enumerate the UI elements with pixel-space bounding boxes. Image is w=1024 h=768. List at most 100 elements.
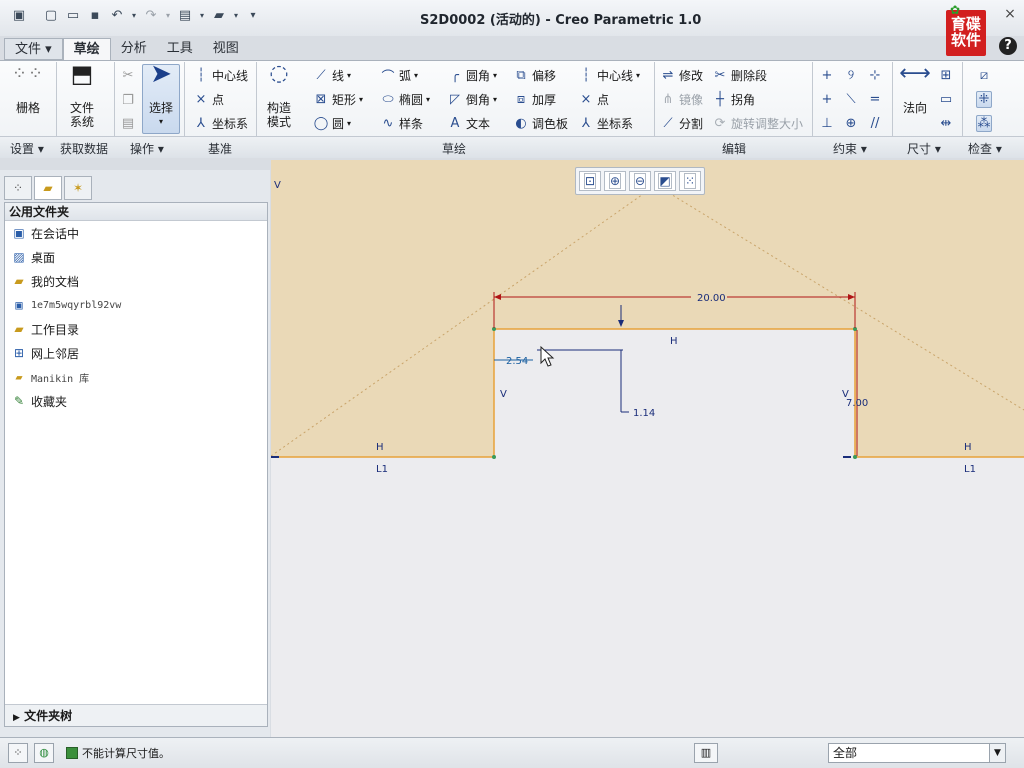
zoom-out-button[interactable]: ⊖ xyxy=(629,171,651,191)
constraint-vertical-corner[interactable]: V xyxy=(274,180,281,191)
tab-analysis[interactable]: 分析 xyxy=(111,38,157,60)
group-dimension[interactable]: 尺寸 ▾ xyxy=(907,140,941,157)
refit-button[interactable]: ⊡ xyxy=(579,171,601,191)
paste-button[interactable]: ▤ xyxy=(120,112,136,134)
circle-button[interactable]: ◯ 圆 ▾ xyxy=(313,112,351,134)
folder-icon[interactable]: ▰ xyxy=(210,7,228,25)
new-icon[interactable]: ▢ xyxy=(42,7,60,25)
ellipse-dropdown-icon[interactable]: ▾ xyxy=(426,95,430,104)
fillet-button[interactable]: ╭ 圆角 ▾ xyxy=(447,64,497,86)
favorites-tab[interactable]: ✶ xyxy=(64,176,92,200)
construction-mode-button[interactable]: ◌ 构造模式 xyxy=(262,63,296,130)
constraint-horizontal-top[interactable]: H xyxy=(670,336,678,347)
rectangle-dropdown-icon[interactable]: ▾ xyxy=(359,95,363,104)
fillet-dropdown-icon[interactable]: ▾ xyxy=(493,71,497,80)
text-button[interactable]: A 文本 xyxy=(447,112,490,134)
corner-button[interactable]: ┼ 拐角 xyxy=(712,88,755,110)
coincident-constraint-button[interactable]: ⟍ xyxy=(843,88,859,110)
smart-select-button[interactable]: ▥ xyxy=(694,743,718,763)
sketch-view-button[interactable]: ◩ xyxy=(654,171,676,191)
tab-sketch[interactable]: 草绘 xyxy=(62,38,111,60)
undo-icon[interactable]: ↶ xyxy=(108,7,126,25)
constraint-collinear-left[interactable]: L1 xyxy=(376,464,388,475)
folder-item-computer[interactable]: ▣ 1e7m5wqyrbl92vw xyxy=(5,293,267,317)
offset-button[interactable]: ⧉ 偏移 xyxy=(513,64,556,86)
horizontal-constraint-button[interactable]: + xyxy=(819,88,835,110)
arc-button[interactable]: ⌒ 弧 ▾ xyxy=(380,64,418,86)
tab-view[interactable]: 视图 xyxy=(203,38,249,60)
redo-dropdown-icon[interactable]: ▾ xyxy=(164,7,172,25)
windows-dropdown-icon[interactable]: ▾ xyxy=(232,7,240,25)
thicken-button[interactable]: ⧈ 加厚 xyxy=(513,88,556,110)
common-folders-header[interactable]: 公用文件夹 xyxy=(5,203,267,221)
help-icon[interactable]: ? xyxy=(999,37,1017,55)
tab-file[interactable]: 文件 ▾ xyxy=(4,38,63,60)
tab-tools[interactable]: 工具 xyxy=(157,38,203,60)
group-constrain[interactable]: 约束 ▾ xyxy=(833,140,867,157)
rotate-resize-button[interactable]: ⟳ 旋转调整大小 xyxy=(712,112,803,134)
midpoint-constraint-button[interactable]: ⊹ xyxy=(867,64,883,86)
chevron-down-icon[interactable]: ▼ xyxy=(989,744,1005,762)
vertex[interactable] xyxy=(853,455,857,459)
rectangle-button[interactable]: ⊠ 矩形 ▾ xyxy=(313,88,363,110)
folder-item-favorites[interactable]: ✎ 收藏夹 xyxy=(5,389,267,413)
vertex[interactable] xyxy=(492,455,496,459)
ellipse-button[interactable]: ⬭ 椭圆 ▾ xyxy=(380,88,430,110)
sketch-canvas[interactable]: 20.00 7.00 2.54 1.14 H V V H H L1 L1 V xyxy=(271,160,1024,737)
constraint-collinear-right[interactable]: L1 xyxy=(964,464,976,475)
sketch-centerline-button[interactable]: ┆ 中心线 ▾ xyxy=(578,64,640,86)
save-icon[interactable]: ▪ xyxy=(86,7,104,25)
file-system-button[interactable]: ⬒ 文件系统 xyxy=(62,62,102,129)
grid-button[interactable]: ⁘⁘ 栅格 xyxy=(10,65,46,116)
redo-icon[interactable]: ↷ xyxy=(142,7,160,25)
line-button[interactable]: ⟋ 线 ▾ xyxy=(313,64,351,86)
symmetric-constraint-button[interactable]: ⊕ xyxy=(843,112,859,134)
sketcher-display-button[interactable]: ⁙ xyxy=(679,171,701,191)
folder-item-session[interactable]: ▣ 在会话中 xyxy=(5,221,267,245)
folder-item-network[interactable]: ⊞ 网上邻居 xyxy=(5,341,267,365)
circle-dropdown-icon[interactable]: ▾ xyxy=(347,119,351,128)
equal-constraint-button[interactable]: = xyxy=(867,88,883,110)
parallel-constraint-button[interactable]: // xyxy=(867,112,883,134)
group-get-data[interactable]: 获取数据 xyxy=(60,140,108,157)
group-operations[interactable]: 操作 ▾ xyxy=(130,140,164,157)
copy-button[interactable]: ❐ xyxy=(120,89,136,111)
chamfer-button[interactable]: ◸ 倒角 ▾ xyxy=(447,88,497,110)
constraint-horizontal-right[interactable]: H xyxy=(964,442,972,453)
sketch-centerline-dropdown-icon[interactable]: ▾ xyxy=(636,71,640,80)
vertical-constraint-button[interactable]: + xyxy=(819,64,835,86)
open-ends-button[interactable]: ⁂ xyxy=(976,112,992,134)
dim-y-label[interactable]: 1.14 xyxy=(633,408,655,419)
dim-width-label[interactable]: 20.00 xyxy=(697,293,726,304)
show-navigator-button[interactable]: ⁘ xyxy=(8,743,28,763)
group-setup[interactable]: 设置 ▾ xyxy=(10,140,44,157)
spline-button[interactable]: ∿ 样条 xyxy=(380,112,423,134)
regenerate-dropdown-icon[interactable]: ▾ xyxy=(198,7,206,25)
constraint-vertical-left[interactable]: V xyxy=(500,389,507,400)
constraint-vertical-right[interactable]: V xyxy=(842,389,849,400)
model-tree-tab[interactable]: ⁘ xyxy=(4,176,32,200)
folder-browser-tab[interactable]: ▰ xyxy=(34,176,62,200)
folder-item-desktop[interactable]: ▨ 桌面 xyxy=(5,245,267,269)
dim-x-label[interactable]: 2.54 xyxy=(506,356,528,367)
dim-height-label[interactable]: 7.00 xyxy=(846,398,868,409)
perpendicular-constraint-button[interactable]: ⊥ xyxy=(819,112,835,134)
delete-segment-button[interactable]: ✂ 删除段 xyxy=(712,64,767,86)
folder-tree-toggle[interactable]: ▶ 文件夹树 xyxy=(5,704,267,726)
tangent-constraint-button[interactable]: ୨ xyxy=(843,64,859,86)
sketch-point-button[interactable]: × 点 xyxy=(578,88,609,110)
baseline-button[interactable]: ⇹ xyxy=(938,112,954,134)
cut-button[interactable]: ✂ xyxy=(120,64,136,86)
datum-centerline-button[interactable]: ┆ 中心线 xyxy=(193,64,248,86)
constraint-horizontal-left[interactable]: H xyxy=(376,442,384,453)
perimeter-button[interactable]: ⊞ xyxy=(938,64,954,86)
divide-button[interactable]: ⟋ 分割 xyxy=(660,112,703,134)
shade-closed-button[interactable]: ⁜ xyxy=(976,88,992,110)
zoom-in-button[interactable]: ⊕ xyxy=(604,171,626,191)
mirror-button[interactable]: ⋔ 镜像 xyxy=(660,88,703,110)
folder-item-manikin[interactable]: ▰ Manikin 库 xyxy=(5,365,267,389)
folder-item-working-dir[interactable]: ▰ 工作目录 xyxy=(5,317,267,341)
select-button[interactable]: ➤ 选择 ▾ xyxy=(142,61,180,134)
palette-button[interactable]: ◐ 调色板 xyxy=(513,112,568,134)
chamfer-dropdown-icon[interactable]: ▾ xyxy=(493,95,497,104)
